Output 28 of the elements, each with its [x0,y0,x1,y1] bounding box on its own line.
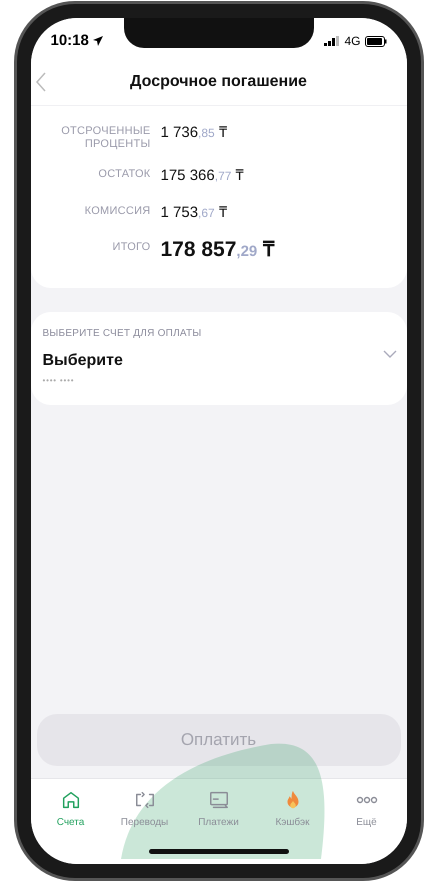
summary-label: ОСТАТОК [97,167,150,181]
field-label: ВЫБЕРИТЕ СЧЕТ ДЛЯ ОПЛАТЫ [42,327,202,341]
summary-label: ОТСРОЧЕННЫЕ ПРОЦЕНТЫ [60,124,150,151]
tab-bar-item[interactable]: Переводы [112,789,176,830]
account-select[interactable]: ВЫБЕРИТЕ СЧЕТ ДЛЯ ОПЛАТЫ Выберите •••• •••• [30,312,406,405]
back-icon[interactable] [34,72,46,92]
summary-amount: 1 753,67 ₸ [160,202,227,222]
summary-label: ИТОГО [112,240,150,254]
screen-title: Досрочное погашение [130,72,307,92]
chevron-down-icon [382,350,396,358]
location-arrow-icon [92,36,103,46]
network-label: 4G [344,33,360,50]
terminal-icon [208,789,230,811]
transfer-icon [134,789,156,811]
tab-bar-item[interactable]: Платежи [186,789,250,830]
summary-amount: 175 366,77 ₸ [160,166,244,186]
tab-bar-item[interactable]: Кэшбэк [260,789,324,830]
card-mask: •••• •••• [42,375,76,387]
status-time: 10:18 [50,30,89,51]
summary-amount: 1 736,85 ₸ [160,123,227,143]
tab-bar-item[interactable]: Счета [38,789,102,830]
summary-amount: 178 857,29 ₸ [160,238,274,263]
battery-icon [364,36,386,46]
summary-label: КОМИССИЯ [84,204,150,218]
signal-icon [324,36,340,46]
tab-bar-item[interactable]: Ещё [334,789,398,830]
selected-value: Выберите [42,351,123,371]
more-icon [356,795,378,805]
